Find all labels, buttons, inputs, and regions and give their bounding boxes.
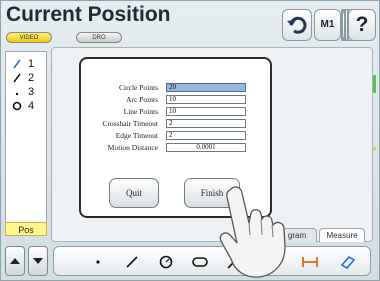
list-item[interactable]: 4 — [6, 100, 46, 114]
arc-points-field[interactable]: 10 — [166, 95, 246, 104]
m1-button[interactable]: M1 — [314, 9, 341, 41]
line-tool[interactable] — [122, 252, 142, 272]
point-tool[interactable] — [88, 252, 108, 272]
list-item[interactable]: 1 — [6, 58, 46, 72]
crosshair-timeout-field[interactable]: 2 — [166, 119, 246, 128]
feature-number: 1 — [28, 58, 35, 70]
slot-icon — [192, 257, 208, 267]
circle-points-field[interactable]: 20 — [166, 83, 246, 92]
list-item[interactable]: 2 — [6, 72, 46, 86]
circle-tool[interactable] — [156, 252, 176, 272]
scroll-down-button[interactable] — [28, 246, 48, 276]
circle-points-label: Circle Points — [119, 83, 158, 92]
position-label[interactable]: Pos — [5, 222, 47, 236]
motion-distance-field[interactable]: 0.0001 — [166, 143, 246, 152]
feature-number: 4 — [28, 100, 35, 112]
pointing-hand-image — [219, 186, 286, 278]
feature-number: 2 — [28, 72, 35, 84]
line-icon — [12, 58, 22, 73]
slot-tool[interactable] — [190, 252, 210, 272]
video-chip[interactable]: VIDEO — [6, 32, 52, 43]
edge-timeout-label: Edge Timeout — [115, 131, 158, 140]
page-title: Current Position — [6, 3, 171, 26]
help-q-button[interactable]: ? — [348, 9, 376, 41]
list-item[interactable]: 3 — [6, 86, 46, 100]
feature-list[interactable]: 1 2 3 4 — [5, 51, 47, 236]
arrow-up-icon — [10, 258, 20, 264]
quit-button[interactable]: Quit — [109, 178, 159, 208]
help-button[interactable] — [344, 9, 346, 41]
feature-number: 3 — [28, 86, 35, 98]
scroll-up-button[interactable] — [5, 246, 25, 276]
undo-icon — [287, 16, 307, 34]
skew-icon — [340, 255, 356, 270]
line-icon — [126, 256, 138, 268]
dro-chip[interactable]: DRO — [76, 32, 122, 43]
undo-button[interactable] — [282, 9, 312, 41]
help-icon: ? — [355, 13, 369, 36]
edge-timeout-field[interactable]: 2 — [166, 131, 246, 140]
m1-label: M1 — [320, 19, 335, 30]
arrow-down-icon — [33, 258, 43, 264]
touch-screen: Current Position VIDEO DRO M1 in ? 1 — [0, 0, 380, 281]
arc-points-label: Arc Points — [126, 95, 158, 104]
circle-icon — [159, 255, 173, 269]
circle-icon — [12, 100, 22, 115]
line-points-label: Line Points — [123, 107, 158, 116]
bottom-toolbar — [5, 246, 377, 278]
point-icon — [96, 260, 100, 264]
status-indicator — [373, 75, 376, 93]
point-icon — [12, 86, 22, 101]
line-icon — [12, 72, 22, 87]
skew-tool[interactable] — [338, 252, 358, 272]
status-dot — [373, 147, 376, 150]
motion-distance-label: Motion Distance — [107, 143, 158, 152]
tab-measure[interactable]: Measure — [319, 228, 365, 242]
crosshair-timeout-label: Crosshair Timeout — [102, 119, 158, 128]
line-points-field[interactable]: 10 — [166, 107, 246, 116]
measure-tools — [53, 246, 371, 276]
